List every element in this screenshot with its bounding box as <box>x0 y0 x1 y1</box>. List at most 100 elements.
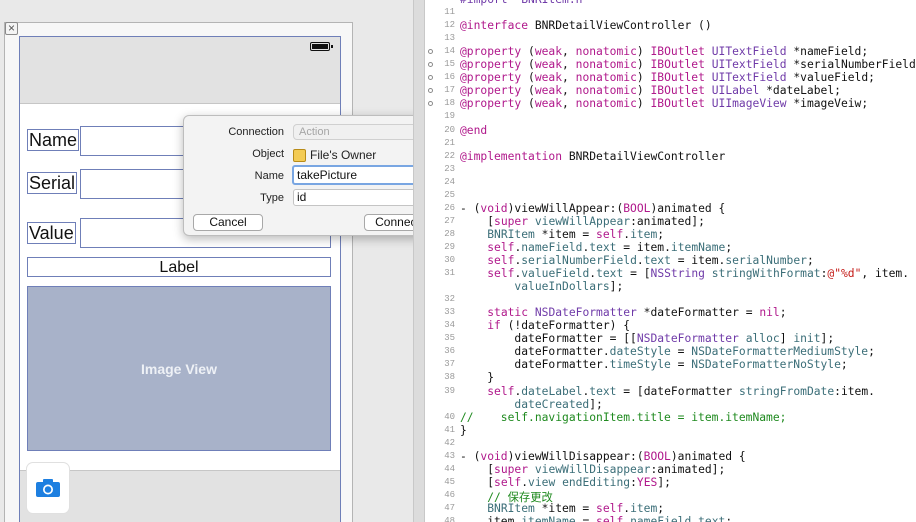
code-line[interactable]: @implementation BNRDetailViewController <box>460 150 725 163</box>
detail-view-controller-scene[interactable]: Name Serial Value Label Image View <box>19 36 341 522</box>
code-line[interactable]: dateFormatter.dateStyle = NSDateFormatte… <box>460 345 875 358</box>
image-view-placeholder: Image View <box>140 360 217 377</box>
code-line[interactable]: @interface BNRDetailViewController () <box>460 19 712 32</box>
code-token: text <box>589 240 617 254</box>
code-token: ) <box>636 84 651 98</box>
line-number: 31 <box>444 268 455 279</box>
connection-select[interactable]: Action ▲▼ <box>293 124 413 140</box>
code-line[interactable]: dateCreated]; <box>460 398 602 411</box>
code-token: stringWithFormat <box>711 267 821 281</box>
code-token: ) <box>636 58 651 72</box>
code-token: } <box>460 423 467 437</box>
code-line[interactable]: dateFormatter = [[NSDateFormatter alloc]… <box>460 332 834 345</box>
code-token: } <box>460 371 495 385</box>
close-icon[interactable]: × <box>5 22 18 35</box>
code-token: UILabel <box>711 84 760 98</box>
code-line[interactable]: @property (weak, nonatomic) IBOutlet UII… <box>460 97 868 110</box>
code-token: ) <box>636 45 651 59</box>
code-token: void <box>480 201 508 215</box>
code-line[interactable]: dateFormatter.timeStyle = NSDateFormatte… <box>460 358 847 372</box>
code-line[interactable]: - (void)viewWillDisappear:(BOOL)animated… <box>460 450 746 463</box>
code-token: = item. <box>670 254 726 267</box>
line-number: 12 <box>444 20 455 31</box>
code-token: [ <box>460 475 495 489</box>
code-line[interactable]: valueInDollars]; <box>460 280 623 293</box>
code-token: stringFromDate <box>738 384 835 398</box>
code-line[interactable]: [self.view endEditing:YES]; <box>460 476 671 489</box>
code-token: dateStyle <box>609 345 671 359</box>
connection-label: Connection <box>228 126 284 138</box>
code-token: dateFormatter. <box>460 345 610 359</box>
code-line[interactable]: BNRItem *item = self.item; <box>460 502 664 515</box>
code-token: nonatomic <box>575 71 637 85</box>
line-number: 20 <box>444 124 455 135</box>
type-select[interactable]: id ▼ <box>293 189 413 206</box>
object-value-text: File's Owner <box>310 148 377 162</box>
code-editor[interactable]: 11 12 13 14 15 16 17 18 19 20 21 22 23 24 25 26 27 28 29 30… <box>425 0 916 522</box>
camera-button[interactable] <box>27 463 69 513</box>
code-line[interactable]: - (void)viewWillAppear:(BOOL)animated { <box>460 202 725 215</box>
code-line[interactable]: self.nameField.text = item.itemName; <box>460 241 732 254</box>
code-line[interactable]: [super viewWillDisappear:animated]; <box>460 463 725 476</box>
code-token: YES <box>636 475 658 489</box>
battery-tip <box>331 45 333 48</box>
code-line[interactable]: @property (weak, nonatomic) IBOutlet UIT… <box>460 58 916 71</box>
code-token: = [dateFormatter <box>616 384 739 398</box>
code-token: #import "BNRItem.h" <box>460 0 589 6</box>
code-token: @property <box>460 45 522 59</box>
code-line[interactable]: if (!dateFormatter) { <box>460 319 630 332</box>
code-line[interactable]: #import "BNRItem.h" <box>460 0 589 6</box>
cancel-button[interactable]: Cancel <box>193 214 263 231</box>
code-token: @property <box>460 58 522 72</box>
code-token: = [ <box>623 267 651 281</box>
code-line[interactable]: BNRItem *item = self.item; <box>460 228 664 241</box>
code-token: ( <box>521 45 535 59</box>
code-line[interactable]: self.serialNumberField.text = item.seria… <box>460 254 814 267</box>
code-line[interactable]: item.itemName = self.nameField.text; <box>460 515 732 522</box>
storyboard-canvas[interactable]: × Name Serial Value Label Image View Con… <box>0 0 413 522</box>
code-token: , <box>562 58 576 72</box>
code-token: ; <box>725 240 733 254</box>
image-view[interactable]: Image View <box>27 286 331 451</box>
code-token: = item. <box>616 240 671 254</box>
code-line[interactable]: @end <box>460 124 487 137</box>
code-token: @property <box>460 97 522 111</box>
code-line[interactable]: @property (weak, nonatomic) IBOutlet UIT… <box>460 71 875 84</box>
code-token: - ( <box>460 201 481 215</box>
code-token: dateFormatter = [[ <box>460 332 637 346</box>
code-token: ; <box>657 227 665 241</box>
code-line[interactable]: // self.navigationItem.title = item.item… <box>460 411 786 424</box>
split-view-divider[interactable] <box>413 0 425 522</box>
code-line[interactable]: } <box>460 424 467 437</box>
serial-label[interactable]: Serial <box>27 172 78 194</box>
line-number: 28 <box>444 228 455 239</box>
code-line[interactable]: [super viewWillAppear:animated]; <box>460 215 705 228</box>
code-line[interactable]: @property (weak, nonatomic) IBOutlet UIL… <box>460 84 841 97</box>
line-number: 11 <box>444 7 455 18</box>
navigation-bar[interactable] <box>20 37 340 104</box>
connection-popover[interactable]: Connection Action ▲▼ Object File's Owner… <box>183 115 413 236</box>
code-line[interactable]: self.dateLabel.text = [dateFormatter str… <box>460 385 875 398</box>
date-label[interactable]: Label <box>27 257 331 277</box>
code-token: weak <box>534 45 563 59</box>
code-token: (!dateFormatter) { <box>500 319 631 333</box>
connect-button[interactable]: Connect <box>364 214 413 231</box>
code-token: dateFormatter. <box>460 358 610 372</box>
code-line[interactable]: @property (weak, nonatomic) IBOutlet UIT… <box>460 45 868 58</box>
line-number: 30 <box>444 255 455 265</box>
line-number: 37 <box>444 359 455 370</box>
code-line[interactable]: self.valueField.text = [NSString stringW… <box>460 267 909 280</box>
code-token: // self.navigationItem.title = item.item… <box>460 410 787 424</box>
name-label[interactable]: Name <box>27 129 80 151</box>
value-label[interactable]: Value <box>27 222 76 244</box>
code-line[interactable]: static NSDateFormatter *dateFormatter = … <box>460 306 786 319</box>
action-name-input[interactable] <box>292 165 413 185</box>
code-token: , <box>562 84 576 98</box>
toolbar[interactable] <box>20 463 340 522</box>
code-line[interactable]: } <box>460 371 494 384</box>
